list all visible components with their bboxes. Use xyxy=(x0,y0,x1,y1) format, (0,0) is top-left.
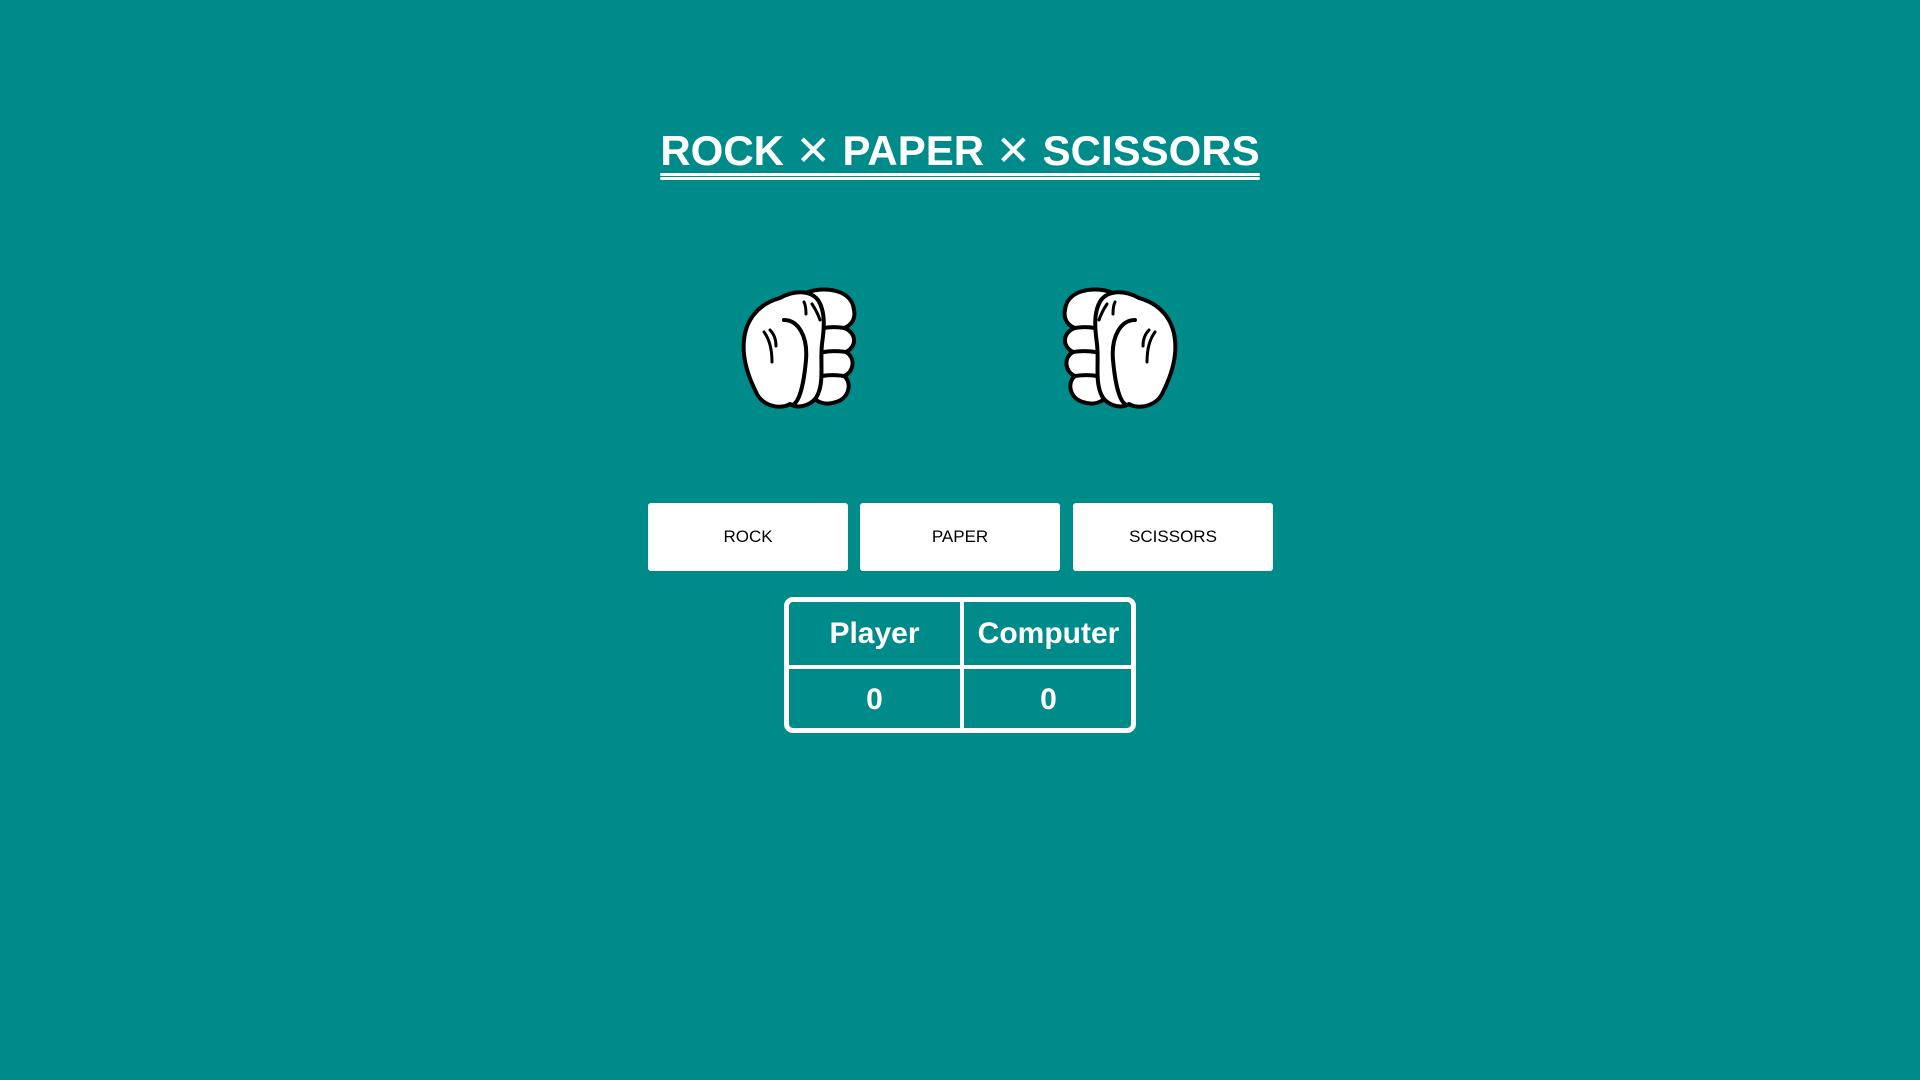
fist-icon xyxy=(741,287,857,409)
paper-button[interactable]: PAPER xyxy=(860,503,1060,571)
game-page: ROCK ✕ PAPER ✕ SCISSORS ROCK PAPER SCISS… xyxy=(0,0,1920,1080)
page-title: ROCK ✕ PAPER ✕ SCISSORS xyxy=(0,126,1920,176)
computer-hand xyxy=(1054,280,1179,416)
scoreboard: Player Computer 0 0 xyxy=(784,597,1136,733)
computer-header: Computer xyxy=(977,616,1120,650)
scissors-button[interactable]: SCISSORS xyxy=(1073,503,1273,571)
rock-button[interactable]: ROCK xyxy=(648,503,848,571)
player-score: 0 xyxy=(866,682,883,716)
computer-score: 0 xyxy=(1040,682,1057,716)
player-hand xyxy=(740,280,865,416)
player-header: Player xyxy=(829,616,920,650)
page-title-text: ROCK ✕ PAPER ✕ SCISSORS xyxy=(660,127,1260,174)
fist-icon xyxy=(1062,287,1178,409)
